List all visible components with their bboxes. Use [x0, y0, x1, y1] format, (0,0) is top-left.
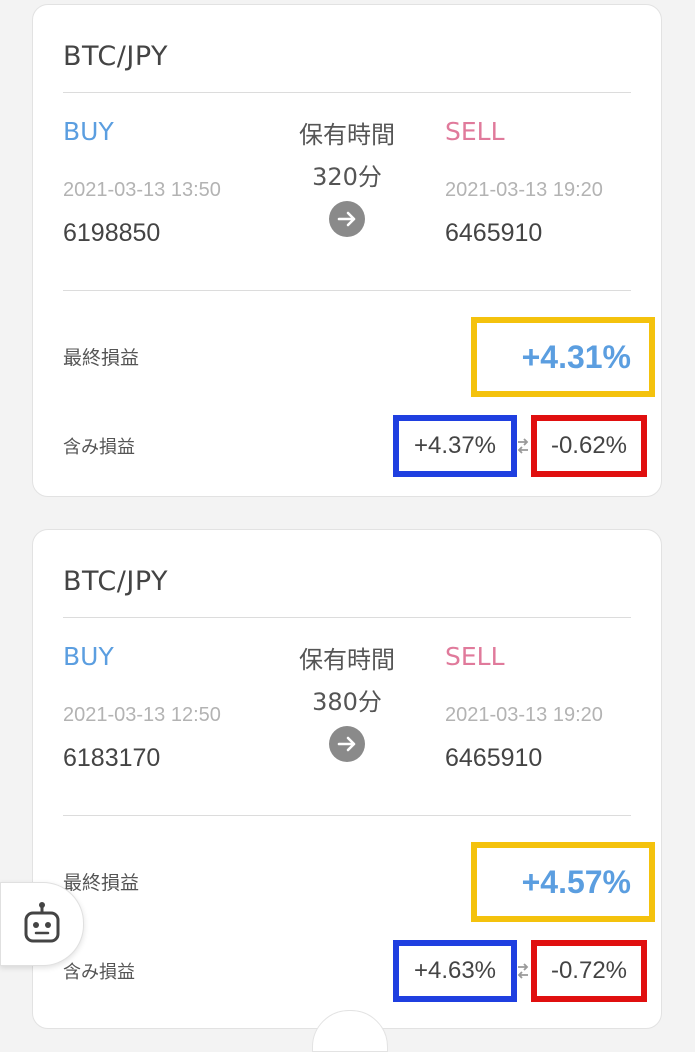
trade-pair: BTC/JPY	[63, 41, 169, 72]
buy-price: 6198850	[63, 219, 161, 247]
divider	[63, 290, 631, 291]
final-pl-label: 最終損益	[63, 872, 140, 894]
sell-timestamp: 2021-03-13 19:20	[445, 704, 603, 726]
holding-time-label: 保有時間	[299, 646, 395, 674]
sell-price: 6465910	[445, 219, 543, 247]
final-pl-value: +4.31%	[471, 317, 655, 397]
sell-label: SELL	[445, 117, 505, 146]
final-pl-value: +4.57%	[471, 842, 655, 922]
unrealized-pl-negative: -0.62%	[531, 415, 647, 477]
arrow-right-icon	[329, 726, 365, 762]
divider	[63, 92, 631, 93]
trade-pair: BTC/JPY	[63, 566, 169, 597]
final-pl-label: 最終損益	[63, 347, 140, 369]
unrealized-pl-negative: -0.72%	[531, 940, 647, 1002]
sell-timestamp: 2021-03-13 19:20	[445, 179, 603, 201]
unrealized-pl-positive: +4.37%	[393, 415, 517, 477]
holding-time-label: 保有時間	[299, 121, 395, 149]
divider	[63, 617, 631, 618]
holding-time-value: 380分	[312, 688, 382, 716]
swap-icon	[516, 960, 530, 982]
unrealized-pl-positive: +4.63%	[393, 940, 517, 1002]
buy-price: 6183170	[63, 744, 161, 772]
swap-icon	[516, 435, 530, 457]
sell-label: SELL	[445, 642, 505, 671]
buy-timestamp: 2021-03-13 12:50	[63, 704, 221, 726]
unrealized-pl-label: 含み損益	[63, 437, 135, 458]
trade-card[interactable]: BTC/JPY BUY 保有時間 SELL 320分 2021-03-13 13…	[32, 4, 662, 497]
chatbot-button[interactable]	[0, 882, 84, 966]
buy-label: BUY	[63, 117, 114, 146]
buy-label: BUY	[63, 642, 114, 671]
holding-time-value: 320分	[312, 163, 382, 191]
robot-icon	[24, 902, 60, 943]
trade-card[interactable]: BTC/JPY BUY 保有時間 SELL 380分 2021-03-13 12…	[32, 529, 662, 1029]
sell-price: 6465910	[445, 744, 543, 772]
arrow-right-icon	[329, 201, 365, 237]
unrealized-pl-label: 含み損益	[63, 962, 135, 983]
divider	[63, 815, 631, 816]
buy-timestamp: 2021-03-13 13:50	[63, 179, 221, 201]
